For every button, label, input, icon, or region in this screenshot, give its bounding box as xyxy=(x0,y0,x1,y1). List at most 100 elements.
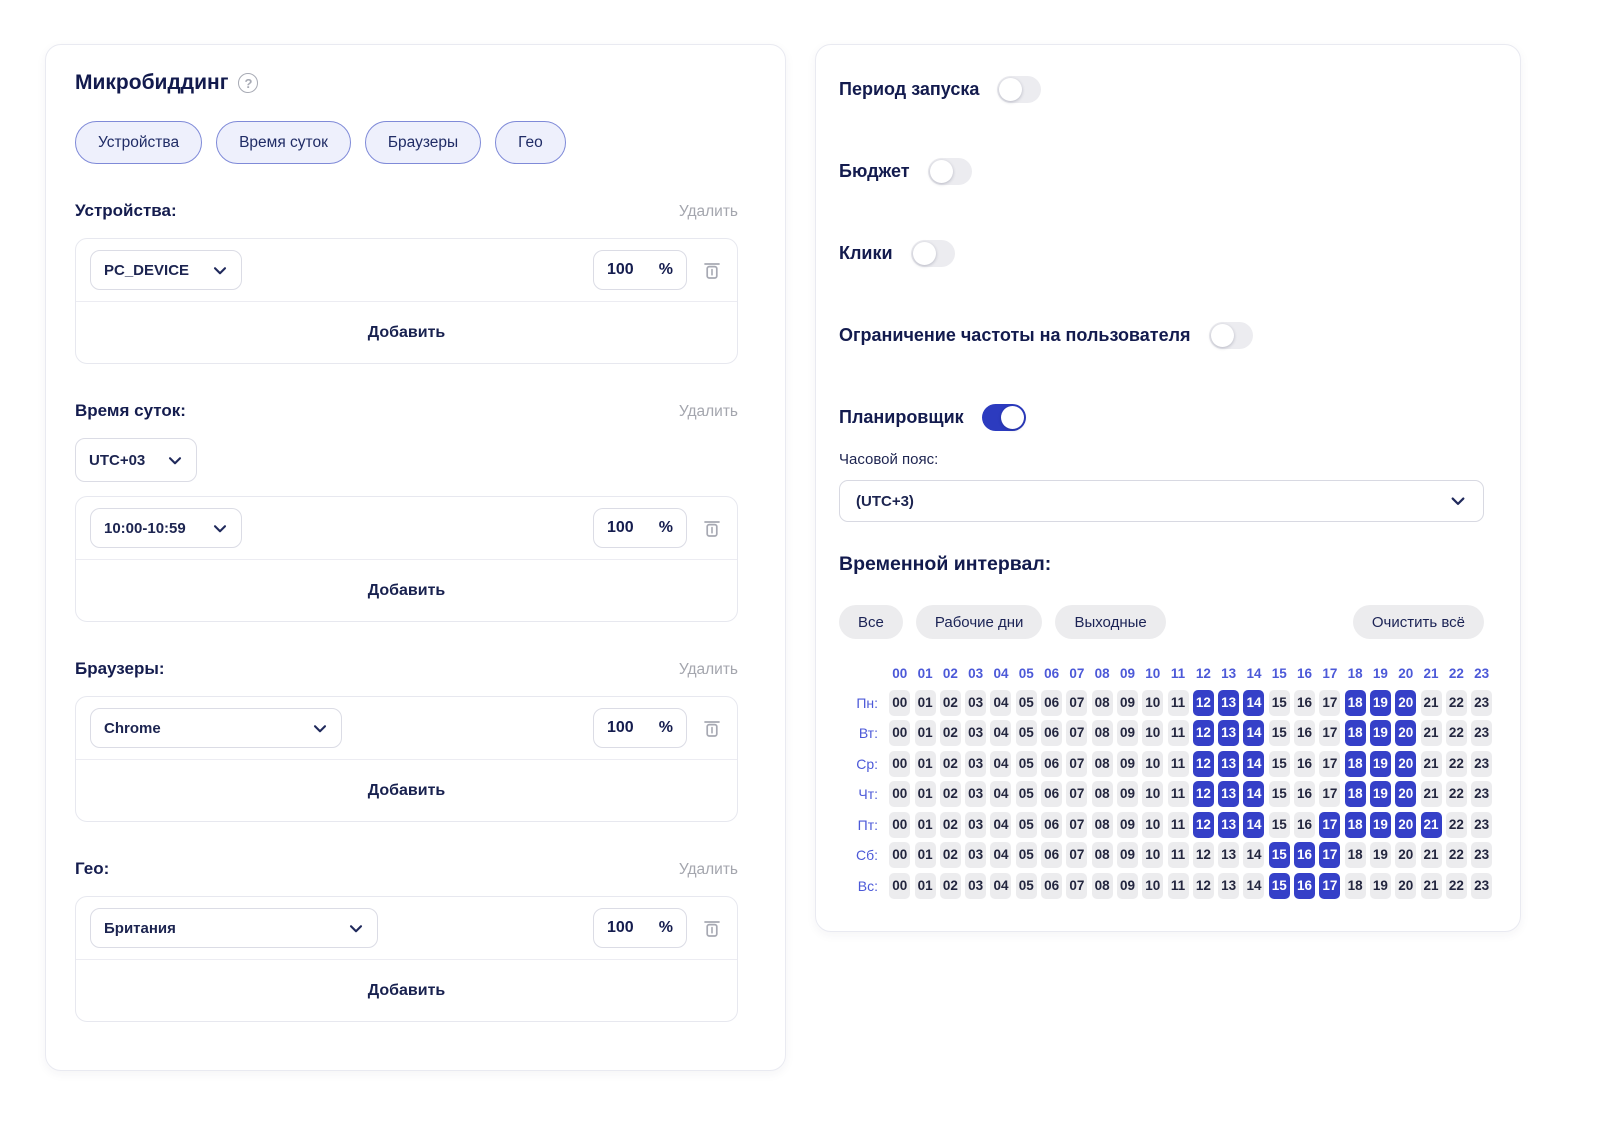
hour-cell[interactable]: 08 xyxy=(1091,811,1113,838)
hour-cell[interactable]: 19 xyxy=(1369,781,1391,807)
hour-cell[interactable]: 21 xyxy=(1420,720,1442,746)
hour-cell[interactable]: 06 xyxy=(1041,781,1063,807)
trash-icon[interactable] xyxy=(701,717,723,739)
clear-all-button[interactable]: Очистить всё xyxy=(1352,605,1484,639)
hour-cell[interactable]: 13 xyxy=(1218,842,1240,868)
hour-cell[interactable]: 05 xyxy=(1015,689,1037,716)
hour-cell[interactable]: 12 xyxy=(1192,750,1214,777)
hour-cell[interactable]: 17 xyxy=(1319,720,1341,746)
hour-cell[interactable]: 05 xyxy=(1015,842,1037,868)
hour-cell[interactable]: 00 xyxy=(889,872,911,899)
hour-cell[interactable]: 05 xyxy=(1015,781,1037,807)
hour-cell[interactable]: 20 xyxy=(1395,811,1417,838)
hour-cell[interactable]: 23 xyxy=(1471,781,1493,807)
select-all-button[interactable]: Все xyxy=(839,605,903,639)
toggle-switch[interactable] xyxy=(910,239,955,267)
hour-cell[interactable]: 08 xyxy=(1091,689,1113,716)
toggle-switch[interactable] xyxy=(927,157,972,185)
hour-cell[interactable]: 15 xyxy=(1268,689,1290,716)
hour-cell[interactable]: 19 xyxy=(1369,689,1391,716)
hour-cell[interactable]: 13 xyxy=(1218,811,1240,838)
hour-cell[interactable]: 11 xyxy=(1167,750,1189,777)
hour-cell[interactable]: 16 xyxy=(1294,781,1316,807)
hour-cell[interactable]: 18 xyxy=(1344,750,1366,777)
hour-cell[interactable]: 15 xyxy=(1268,781,1290,807)
hour-cell[interactable]: 11 xyxy=(1167,720,1189,746)
hour-cell[interactable]: 04 xyxy=(990,720,1012,746)
hour-cell[interactable]: 14 xyxy=(1243,811,1265,838)
question-circle-icon[interactable]: ? xyxy=(238,73,259,93)
hour-cell[interactable]: 23 xyxy=(1471,689,1493,716)
hour-cell[interactable]: 00 xyxy=(889,781,911,807)
browsers-delete-link[interactable]: Удалить xyxy=(679,661,738,679)
chip-geo[interactable]: Гео xyxy=(495,121,566,164)
hour-cell[interactable]: 01 xyxy=(914,689,936,716)
hour-cell[interactable]: 00 xyxy=(889,842,911,868)
hour-cell[interactable]: 16 xyxy=(1294,811,1316,838)
hour-cell[interactable]: 02 xyxy=(939,781,961,807)
geo-select[interactable]: Британия xyxy=(90,908,378,948)
hour-cell[interactable]: 03 xyxy=(965,720,987,746)
hour-cell[interactable]: 14 xyxy=(1243,750,1265,777)
trash-icon[interactable] xyxy=(701,259,723,281)
hour-cell[interactable]: 23 xyxy=(1471,842,1493,868)
hour-cell[interactable]: 19 xyxy=(1369,811,1391,838)
hour-cell[interactable]: 22 xyxy=(1445,781,1467,807)
hour-cell[interactable]: 07 xyxy=(1066,750,1088,777)
hour-cell[interactable]: 09 xyxy=(1116,689,1138,716)
hour-cell[interactable]: 03 xyxy=(965,689,987,716)
hour-cell[interactable]: 04 xyxy=(990,781,1012,807)
browser-select[interactable]: Chrome xyxy=(90,708,342,748)
hour-cell[interactable]: 17 xyxy=(1319,811,1341,838)
hour-cell[interactable]: 09 xyxy=(1116,842,1138,868)
hour-cell[interactable]: 22 xyxy=(1445,872,1467,899)
hour-cell[interactable]: 09 xyxy=(1116,750,1138,777)
hour-cell[interactable]: 02 xyxy=(939,689,961,716)
hour-cell[interactable]: 03 xyxy=(965,750,987,777)
daytime-percent-input[interactable]: 100% xyxy=(593,508,687,548)
hour-cell[interactable]: 01 xyxy=(914,842,936,868)
hour-cell[interactable]: 20 xyxy=(1395,872,1417,899)
browsers-add-button[interactable]: Добавить xyxy=(76,760,737,821)
hour-cell[interactable]: 10 xyxy=(1142,720,1164,746)
trash-icon[interactable] xyxy=(701,517,723,539)
daytime-add-button[interactable]: Добавить xyxy=(76,560,737,621)
hour-cell[interactable]: 07 xyxy=(1066,811,1088,838)
hour-cell[interactable]: 19 xyxy=(1369,720,1391,746)
workdays-button[interactable]: Рабочие дни xyxy=(915,605,1043,639)
devices-add-button[interactable]: Добавить xyxy=(76,302,737,363)
hour-cell[interactable]: 18 xyxy=(1344,811,1366,838)
hour-cell[interactable]: 11 xyxy=(1167,781,1189,807)
hour-cell[interactable]: 04 xyxy=(990,750,1012,777)
hour-cell[interactable]: 09 xyxy=(1116,781,1138,807)
hour-cell[interactable]: 22 xyxy=(1445,720,1467,746)
device-percent-input[interactable]: 100% xyxy=(593,250,687,290)
hour-cell[interactable]: 20 xyxy=(1395,842,1417,868)
hour-cell[interactable]: 21 xyxy=(1420,811,1442,838)
hour-cell[interactable]: 13 xyxy=(1218,689,1240,716)
hour-cell[interactable]: 14 xyxy=(1243,781,1265,807)
hour-cell[interactable]: 12 xyxy=(1192,781,1214,807)
hour-cell[interactable]: 01 xyxy=(914,811,936,838)
hour-cell[interactable]: 15 xyxy=(1268,872,1290,899)
hour-cell[interactable]: 08 xyxy=(1091,842,1113,868)
hour-cell[interactable]: 10 xyxy=(1142,750,1164,777)
hour-cell[interactable]: 09 xyxy=(1116,811,1138,838)
device-select[interactable]: PC_DEVICE xyxy=(90,250,242,290)
hour-cell[interactable]: 18 xyxy=(1344,720,1366,746)
hour-cell[interactable]: 19 xyxy=(1369,872,1391,899)
hour-cell[interactable]: 00 xyxy=(889,750,911,777)
hour-cell[interactable]: 21 xyxy=(1420,872,1442,899)
hour-cell[interactable]: 03 xyxy=(965,781,987,807)
hour-cell[interactable]: 13 xyxy=(1218,720,1240,746)
hour-cell[interactable]: 09 xyxy=(1116,872,1138,899)
hour-cell[interactable]: 05 xyxy=(1015,720,1037,746)
hour-cell[interactable]: 06 xyxy=(1041,811,1063,838)
hour-cell[interactable]: 06 xyxy=(1041,689,1063,716)
weekends-button[interactable]: Выходные xyxy=(1055,605,1166,639)
hour-cell[interactable]: 04 xyxy=(990,872,1012,899)
hour-cell[interactable]: 21 xyxy=(1420,750,1442,777)
hour-cell[interactable]: 05 xyxy=(1015,811,1037,838)
hour-cell[interactable]: 12 xyxy=(1192,811,1214,838)
hour-cell[interactable]: 14 xyxy=(1243,720,1265,746)
